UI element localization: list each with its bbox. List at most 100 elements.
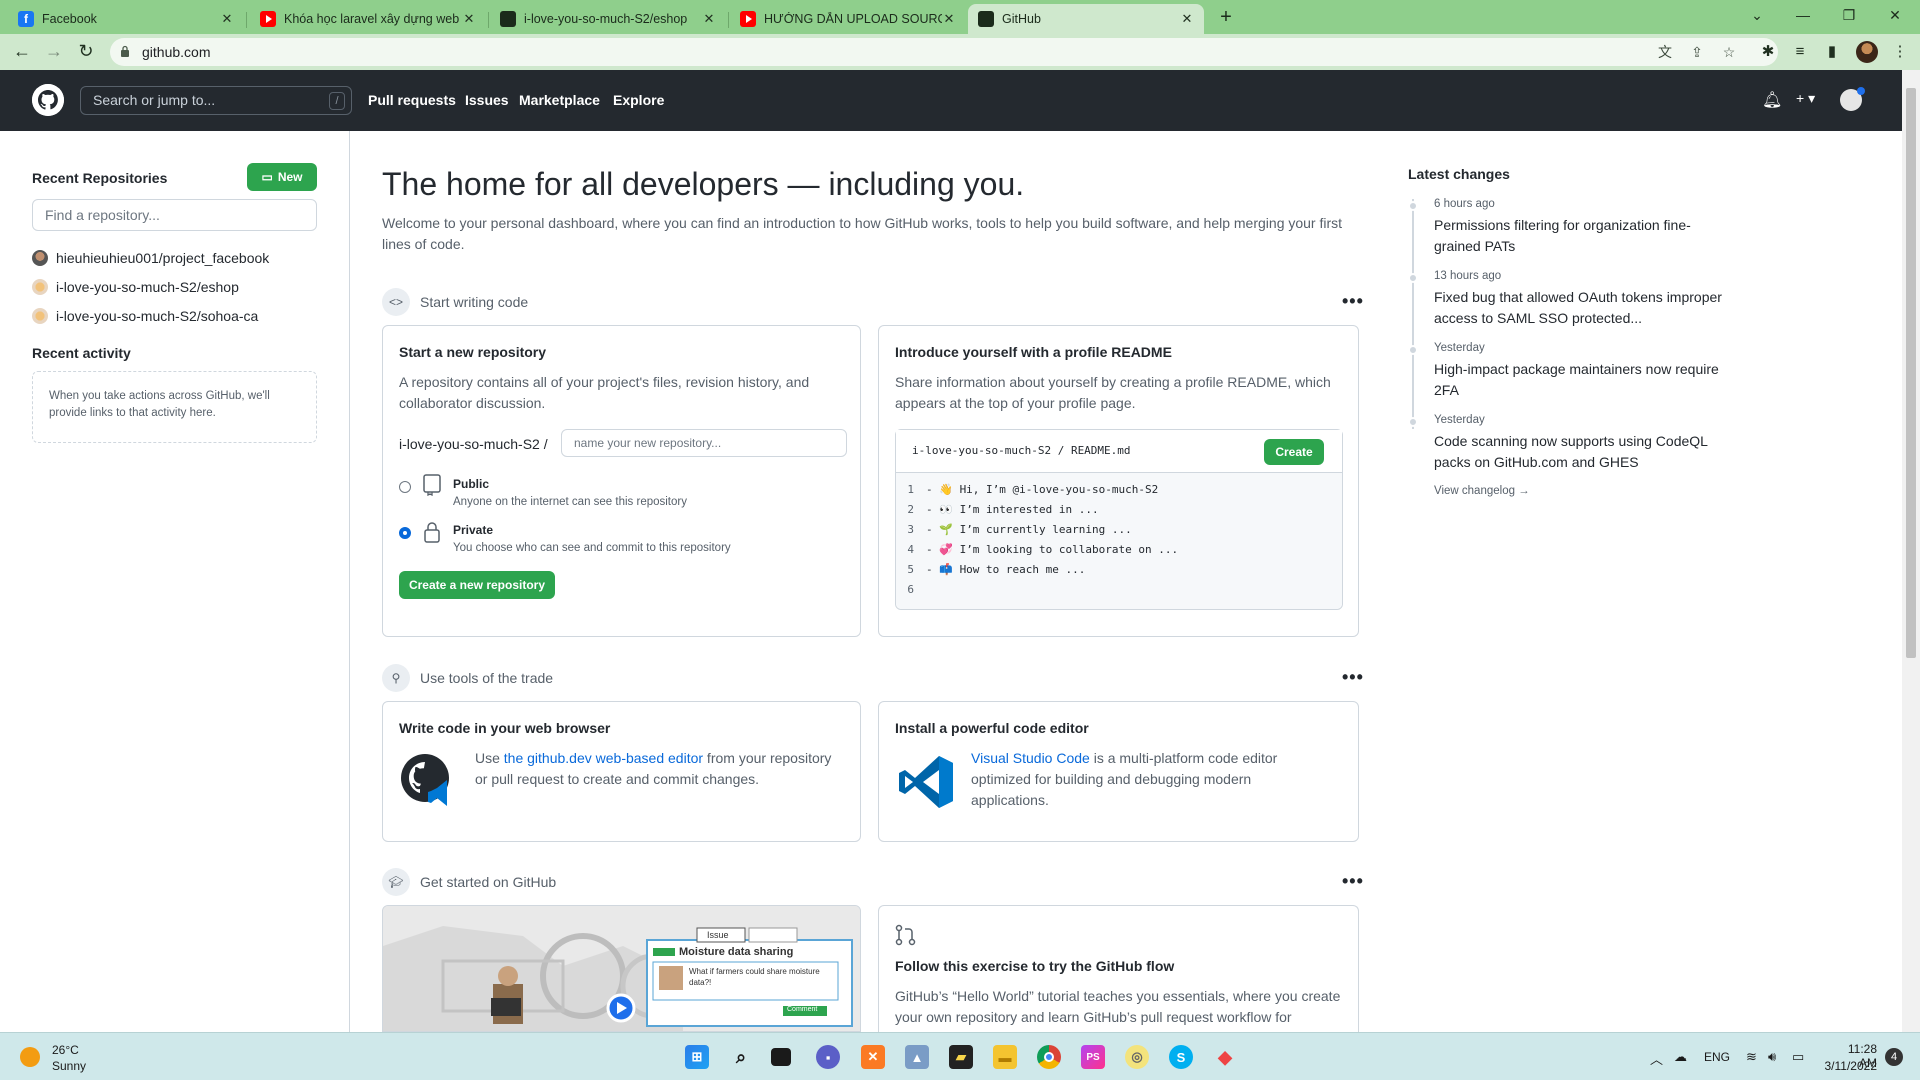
share-icon[interactable]: ⇪ <box>1688 43 1706 61</box>
close-tab-icon[interactable]: ✕ <box>942 11 956 27</box>
profile-avatar[interactable] <box>1856 41 1878 63</box>
tab-facebook[interactable]: f Facebook ✕ <box>8 4 244 34</box>
weather-description[interactable]: Sunny <box>52 1059 86 1073</box>
close-tab-icon[interactable]: ✕ <box>702 11 716 27</box>
owner-avatar <box>32 250 48 266</box>
slash-shortcut-key: / <box>329 92 345 110</box>
restore-icon[interactable]: ❐ <box>1826 4 1872 28</box>
wifi-icon[interactable]: ≋ <box>1746 1049 1757 1065</box>
tab-laravel-course[interactable]: Khóa học laravel xây dựng web b ✕ <box>250 4 486 34</box>
notification-count[interactable]: 4 <box>1885 1048 1903 1066</box>
git-app-icon[interactable]: ◆ <box>1213 1045 1237 1069</box>
forward-icon[interactable]: → <box>42 40 66 64</box>
page-scrollbar[interactable] <box>1902 70 1920 1032</box>
issue-tab-label: Issue <box>707 930 729 940</box>
code-line: 3 - 🌱 I’m currently learning ... <box>896 519 1342 539</box>
repository-name-input[interactable]: name your new repository... <box>561 429 847 457</box>
vscode-link[interactable]: Visual Studio Code <box>971 750 1090 766</box>
minimize-icon[interactable]: — <box>1780 4 1826 28</box>
extensions-icon[interactable]: ✱ <box>1758 42 1778 62</box>
reload-icon[interactable]: ↻ <box>74 40 98 64</box>
search-icon[interactable]: ⌕ <box>729 1045 753 1069</box>
close-tab-icon[interactable]: ✕ <box>462 11 476 27</box>
more-options-icon[interactable]: ••• <box>1342 871 1364 892</box>
view-changelog-link[interactable]: View changelog → <box>1434 485 1530 497</box>
intro-video-card[interactable]: Issue Moisture data sharing What if farm… <box>382 905 861 1032</box>
reading-list-icon[interactable]: ≡ <box>1790 42 1810 62</box>
tab-search-icon[interactable]: ⌄ <box>1734 4 1780 28</box>
chrome-icon[interactable] <box>1037 1045 1061 1069</box>
private-radio[interactable] <box>399 527 411 539</box>
bell-icon[interactable]: 🔔︎ <box>1762 90 1782 110</box>
activity-empty-state: When you take actions across GitHub, we'… <box>32 371 317 443</box>
create-readme-button[interactable]: Create <box>1264 439 1324 465</box>
close-tab-icon[interactable]: ✕ <box>220 11 234 27</box>
line-number: 2 <box>907 502 914 516</box>
repo-name: i-love-you-so-much-S2/sohoa-ca <box>56 308 259 324</box>
address-bar[interactable]: github.com 文 ⇪ ☆ <box>110 38 1778 66</box>
weather-temperature[interactable]: 26°C <box>52 1043 79 1057</box>
nav-explore[interactable]: Explore <box>613 92 664 108</box>
github-dev-link[interactable]: the github.dev web-based editor <box>504 750 703 766</box>
close-tab-icon[interactable]: ✕ <box>1180 11 1194 27</box>
repo-link[interactable]: hieuhieuhieu001/project_facebook <box>32 250 269 266</box>
new-tab-button[interactable]: + <box>1214 6 1238 30</box>
scrollbar-thumb[interactable] <box>1906 88 1916 658</box>
app-icon[interactable]: ◎ <box>1125 1045 1149 1069</box>
chrome-menu-icon[interactable]: ⋮ <box>1890 42 1910 62</box>
new-repository-button[interactable]: ▭ New <box>247 163 317 191</box>
page-subtitle: Welcome to your personal dashboard, wher… <box>382 215 1343 252</box>
create-repository-button[interactable]: Create a new repository <box>399 571 555 599</box>
code-editor-text: Visual Studio Code is a multi-platform c… <box>971 748 1301 811</box>
public-radio[interactable] <box>399 481 411 493</box>
battery-icon[interactable]: ▭ <box>1792 1049 1804 1065</box>
show-hidden-icons[interactable]: ︿ <box>1650 1049 1663 1068</box>
repo-name: hieuhieuhieu001/project_facebook <box>56 250 270 266</box>
back-icon[interactable]: ← <box>10 40 34 64</box>
file-explorer-icon[interactable]: ▬ <box>993 1045 1017 1069</box>
side-panel-icon[interactable]: ▮ <box>1822 42 1842 62</box>
github-logo-icon[interactable] <box>32 84 64 116</box>
card-description: GitHub’s “Hello World” tutorial teaches … <box>895 988 1341 1025</box>
tab-github[interactable]: GitHub ✕ <box>968 4 1204 34</box>
translate-icon[interactable]: 文 <box>1656 43 1674 61</box>
dashboard-main: The home for all developers — including … <box>350 131 1902 1032</box>
clock-date[interactable]: 3/11/2022 <box>1819 1059 1878 1073</box>
repo-link[interactable]: i-love-you-so-much-S2/eshop <box>32 279 239 295</box>
user-avatar-menu[interactable] <box>1840 87 1865 111</box>
more-options-icon[interactable]: ••• <box>1342 667 1364 688</box>
windows-start-icon[interactable]: ⊞ <box>685 1045 709 1069</box>
more-options-icon[interactable]: ••• <box>1342 291 1364 312</box>
create-new-dropdown[interactable]: + ▾ <box>1796 90 1815 107</box>
nav-issues[interactable]: Issues <box>465 92 509 108</box>
task-view-icon[interactable] <box>771 1048 791 1066</box>
find-repository-input[interactable]: Find a repository... <box>32 199 317 231</box>
nav-marketplace[interactable]: Marketplace <box>519 92 600 108</box>
sticky-notes-icon[interactable]: ▰ <box>949 1045 973 1069</box>
readme-preview: i-love-you-so-much-S2 / README.md Create… <box>895 429 1343 610</box>
video-bubble-title: Moisture data sharing <box>679 946 794 958</box>
tab-eshop-repo[interactable]: i-love-you-so-much-S2/eshop ✕ <box>490 4 726 34</box>
page-title: The home for all developers — including … <box>382 166 1025 202</box>
close-window-icon[interactable]: ✕ <box>1872 4 1918 28</box>
xampp-icon[interactable]: ✕ <box>861 1045 885 1069</box>
teams-chat-icon[interactable]: ▪ <box>816 1045 840 1069</box>
skype-icon[interactable]: S <box>1169 1045 1193 1069</box>
photos-icon[interactable]: ▲ <box>905 1045 929 1069</box>
code-editor-card: Install a powerful code editor Visual St… <box>878 701 1359 842</box>
tab-upload-source[interactable]: HƯỚNG DẪN UPLOAD SOURCE C ✕ <box>730 4 966 34</box>
language-indicator[interactable]: ENG <box>1704 1050 1730 1064</box>
browser-tab-strip: f Facebook ✕ Khóa học laravel xây dựng w… <box>0 0 1920 34</box>
timeline-dot <box>1408 417 1418 427</box>
repo-icon: ▭ <box>261 170 273 184</box>
sun-icon[interactable] <box>20 1047 40 1067</box>
bookmark-star-icon[interactable]: ☆ <box>1720 43 1738 61</box>
timeline-dot <box>1408 345 1418 355</box>
latest-changes-title: Latest changes <box>1408 166 1510 182</box>
volume-icon[interactable]: 🔊︎ <box>1768 1049 1776 1065</box>
nav-pull-requests[interactable]: Pull requests <box>368 92 456 108</box>
phpstorm-icon[interactable]: PS <box>1081 1045 1105 1069</box>
repo-link[interactable]: i-love-you-so-much-S2/sohoa-ca <box>32 308 258 324</box>
onedrive-icon[interactable]: ☁ <box>1674 1049 1687 1065</box>
github-search-input[interactable]: Search or jump to... / <box>80 86 352 115</box>
